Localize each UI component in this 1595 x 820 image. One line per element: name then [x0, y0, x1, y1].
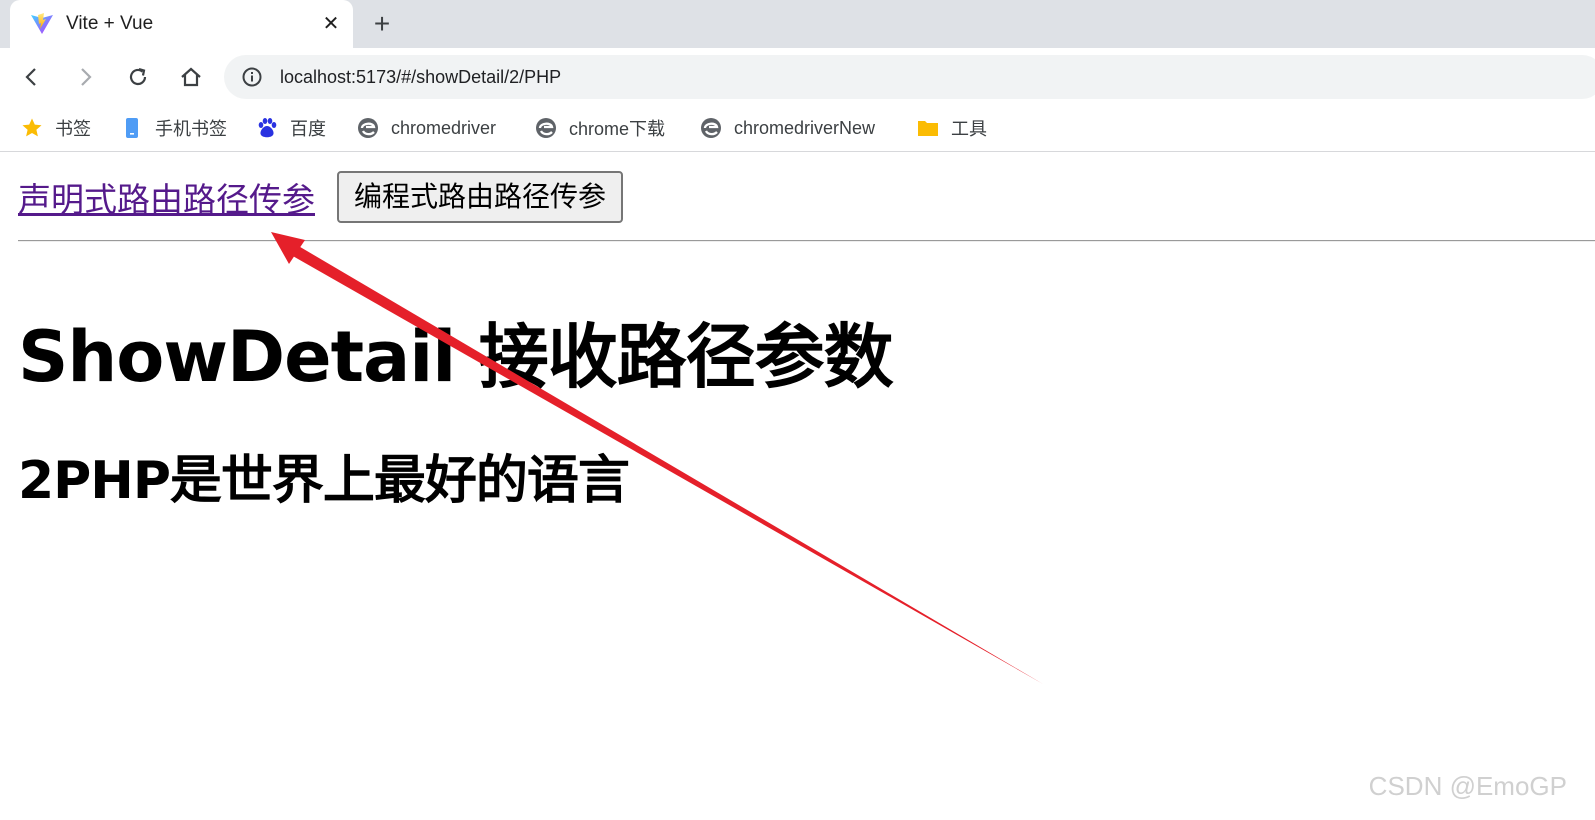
forward-arrow-icon[interactable] [70, 62, 100, 92]
home-icon[interactable] [176, 62, 206, 92]
phone-icon [121, 117, 143, 139]
browser-tab-active[interactable]: Vite + Vue ✕ [10, 0, 353, 48]
bookmark-label: chromedriver [391, 117, 497, 138]
vite-logo-icon [30, 13, 54, 35]
browser-toolbar: localhost:5173/#/showDetail/2/PHP [0, 48, 1595, 104]
bookmark-label: chrome下载 [569, 119, 666, 139]
tab-strip: Vite + Vue ✕ + [0, 0, 1595, 48]
bookmark-label: 手机书签 [155, 119, 227, 139]
new-tab-button[interactable]: + [369, 10, 395, 38]
bookmark-chromedriver[interactable]: chromedriver [357, 114, 496, 142]
bookmark-label: chromedriverNew [734, 117, 876, 138]
page-subheading: 2PHP是世界上最好的语言 [18, 451, 630, 511]
bookmark-mobile[interactable]: 手机书签 [121, 114, 227, 142]
bookmark-chrome-download[interactable]: chrome下载 [535, 114, 665, 142]
folder-icon [917, 117, 939, 139]
page-content: 声明式路由路径传参 编程式路由路径传参 ShowDetail 接收路径参数 2P… [0, 153, 1595, 820]
bookmark-label: 百度 [290, 119, 326, 139]
page-heading: ShowDetail 接收路径参数 [18, 316, 894, 398]
star-icon [21, 117, 43, 139]
tab-title: Vite + Vue [66, 13, 154, 34]
back-arrow-icon[interactable] [17, 62, 47, 92]
baidu-paw-icon [256, 117, 278, 139]
edge-style-icon [535, 117, 557, 139]
edge-style-icon [357, 117, 379, 139]
bookmark-chromedriver-new[interactable]: chromedriverNew [700, 114, 875, 142]
bookmark-label: 工具 [951, 119, 987, 139]
bookmark-tools-folder[interactable]: 工具 [917, 114, 987, 142]
bookmark-label: 书签 [55, 119, 91, 139]
watermark: CSDN @EmoGP [1368, 771, 1567, 801]
close-tab-icon[interactable]: ✕ [319, 12, 343, 36]
url-text: localhost:5173/#/showDetail/2/PHP [280, 67, 562, 87]
declarative-route-link[interactable]: 声明式路由路径传参 [18, 173, 315, 221]
bookmarks-bar: 书签 手机书签 百度 chromedriver chrome下载 chromed… [0, 104, 1595, 152]
address-bar[interactable]: localhost:5173/#/showDetail/2/PHP [224, 55, 1595, 99]
divider [18, 240, 1595, 242]
programmatic-route-button[interactable]: 编程式路由路径传参 [337, 171, 624, 223]
bookmark-baidu[interactable]: 百度 [256, 114, 326, 142]
reload-icon[interactable] [123, 62, 153, 92]
bookmark-shuqian[interactable]: 书签 [21, 114, 91, 142]
edge-style-icon [700, 117, 722, 139]
site-info-icon[interactable] [240, 65, 264, 89]
